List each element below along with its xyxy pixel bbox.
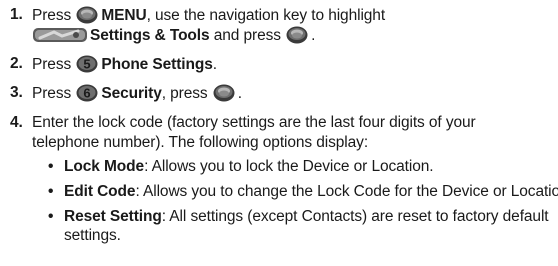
phone-settings-label: Phone Settings — [101, 56, 213, 73]
step-4-line-1: Enter the lock code (factory settings ar… — [32, 114, 476, 131]
key-5-label: 5 — [84, 57, 91, 72]
option-reset-setting: Reset Setting: All settings (except Cont… — [64, 208, 549, 226]
step-number: 3. — [10, 84, 23, 101]
step-text: . — [237, 85, 242, 102]
step-text: . — [212, 56, 217, 73]
ok-key-icon — [213, 84, 235, 102]
security-label: Security — [101, 85, 162, 102]
key-6-icon: 6 — [76, 84, 98, 102]
bullet-marker: • — [48, 208, 54, 225]
option-description: : Allows you to change the Lock Code for… — [135, 183, 558, 200]
step-number: 1. — [10, 6, 23, 23]
bullet-marker: • — [48, 158, 54, 175]
step-4-line-2: telephone number). The following options… — [32, 134, 369, 151]
key-6-label: 6 — [84, 86, 91, 101]
step-1-line-1: Press MENU, use the navigation key to hi… — [32, 6, 385, 25]
step-2-line: Press 5 Phone Settings. — [32, 55, 217, 74]
menu-label: MENU — [101, 7, 147, 24]
option-term: Edit Code — [64, 183, 136, 200]
ok-key-icon — [76, 6, 98, 24]
ok-key-icon — [286, 26, 308, 44]
option-lock-mode: Lock Mode: Allows you to lock the Device… — [64, 158, 434, 176]
option-reset-setting-continued: settings. — [64, 227, 121, 244]
step-text: . — [311, 27, 316, 44]
step-text: Press — [32, 85, 72, 102]
step-number: 4. — [10, 114, 23, 131]
step-text: Press — [32, 56, 72, 73]
step-text: , use the navigation key to highlight — [146, 7, 386, 24]
option-term: Lock Mode — [64, 158, 145, 175]
step-1-line-2: Settings & Tools and press . — [32, 26, 315, 45]
step-3-line: Press 6 Security, press . — [32, 84, 242, 103]
bullet-marker: • — [48, 183, 54, 200]
settings-tools-label: Settings & Tools — [90, 27, 210, 44]
option-term: Reset Setting — [64, 208, 162, 225]
option-description: : Allows you to lock the Device or Locat… — [144, 158, 434, 175]
settings-tools-icon — [32, 26, 88, 44]
step-text: and press — [213, 27, 281, 44]
step-text: Press — [32, 7, 72, 24]
key-5-icon: 5 — [76, 55, 98, 73]
option-edit-code: Edit Code: Allows you to change the Lock… — [64, 183, 558, 201]
option-description: : All settings (except Contacts) are res… — [161, 208, 549, 225]
step-number: 2. — [10, 55, 23, 72]
instruction-document: 1. Press MENU, use the navigation key to… — [0, 0, 558, 266]
step-text: , press — [161, 85, 208, 102]
